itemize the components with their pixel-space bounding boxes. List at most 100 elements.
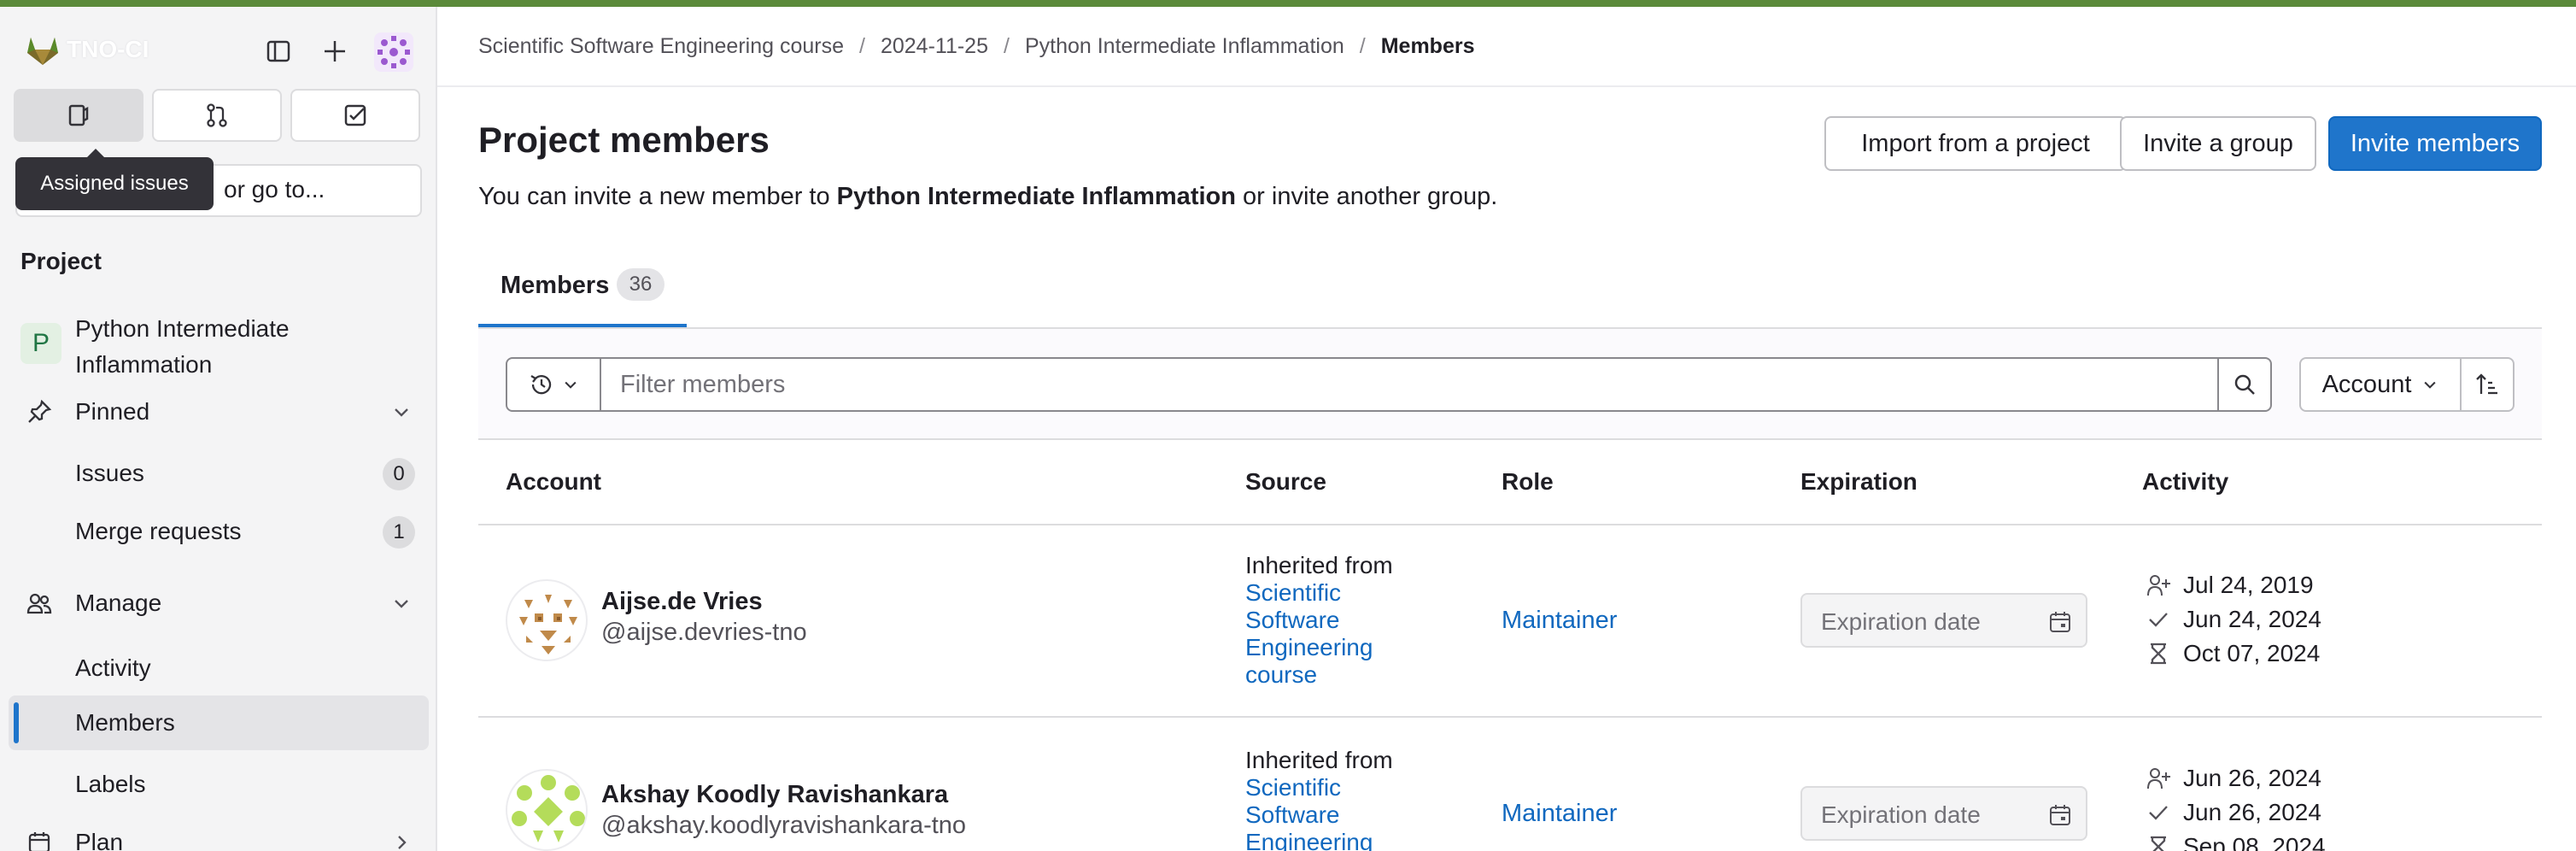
- issues-count-badge: 0: [383, 458, 415, 490]
- sidebar-item-pinned[interactable]: Pinned: [0, 384, 437, 439]
- plus-icon[interactable]: [316, 32, 354, 70]
- merge-requests-button[interactable]: [152, 89, 282, 142]
- member-role-link[interactable]: Maintainer: [1502, 607, 1617, 635]
- page-title: Project members: [478, 120, 770, 160]
- source-prefix: Inherited from: [1245, 747, 1393, 773]
- gitlab-logo-icon[interactable]: [24, 32, 61, 67]
- sort-ascending-icon: [2476, 373, 2497, 395]
- invite-group-button[interactable]: Invite a group: [2120, 116, 2316, 171]
- import-from-project-button[interactable]: Import from a project: [1824, 116, 2127, 171]
- brand-name: TNO-CI: [67, 36, 149, 62]
- source-group-link[interactable]: Scientific Software Engineering: [1245, 774, 1373, 851]
- tooltip: Assigned issues: [15, 149, 214, 210]
- search-button[interactable]: [2217, 357, 2272, 412]
- member-avatar[interactable]: [506, 769, 588, 851]
- sidebar-item-label: Plan: [75, 829, 124, 851]
- recent-searches-button[interactable]: [506, 357, 601, 412]
- subtitle-project-name: Python Intermediate Inflammation: [836, 183, 1236, 210]
- member-role-link[interactable]: Maintainer: [1502, 800, 1617, 828]
- chevron-down-icon: [395, 408, 408, 417]
- user-plus-icon: [2147, 575, 2170, 596]
- sort-direction-button[interactable]: [2460, 357, 2515, 412]
- column-header-source: Source: [1245, 468, 1326, 495]
- chevron-right-icon: [398, 836, 407, 849]
- sidebar-item-label: Activity: [75, 654, 151, 681]
- invite-members-button[interactable]: Invite members: [2328, 116, 2542, 171]
- sidebar-item-label: Issues: [75, 460, 144, 486]
- chevron-down-icon: [565, 381, 577, 389]
- last-activity-row: Jun 24, 2024: [2146, 606, 2321, 633]
- chevron-down-icon: [2424, 381, 2436, 389]
- sidebar-item-merge-requests[interactable]: Merge requests 1: [0, 504, 437, 559]
- breadcrumb-separator: /: [1004, 34, 1010, 58]
- top-accent-bar: [0, 0, 2576, 7]
- member-source: Inherited from Scientific Software Engin…: [1245, 747, 1433, 851]
- hourglass-icon: [2151, 643, 2166, 665]
- sidebar-item-plan[interactable]: Plan: [0, 815, 437, 851]
- access-expires-row: Oct 07, 2024: [2146, 640, 2320, 667]
- search-icon: [2234, 374, 2255, 395]
- member-name[interactable]: Akshay Koodly Ravishankara: [601, 781, 948, 809]
- last-activity-date: Jun 24, 2024: [2183, 606, 2321, 632]
- source-group-link[interactable]: Scientific Software Engineering course: [1245, 579, 1373, 688]
- collapse-sidebar-icon[interactable]: [260, 32, 297, 70]
- expiration-placeholder: Expiration date: [1821, 801, 1981, 828]
- subtitle-suffix: or invite another group.: [1243, 183, 1498, 210]
- check-icon: [2149, 806, 2168, 820]
- sidebar-item-manage[interactable]: Manage: [0, 576, 437, 631]
- merge-requests-count-badge: 1: [383, 516, 415, 549]
- sidebar-item-activity[interactable]: Activity: [0, 641, 437, 695]
- member-source: Inherited from Scientific Software Engin…: [1245, 552, 1433, 689]
- column-header-role: Role: [1502, 468, 1554, 495]
- breadcrumb-item-subgroup[interactable]: 2024-11-25: [881, 34, 988, 59]
- sidebar-item-label: Merge requests: [75, 518, 242, 544]
- user-avatar[interactable]: [374, 32, 413, 72]
- row-divider: [478, 716, 2542, 718]
- merge-request-icon: [207, 103, 227, 127]
- calendar-icon: [2050, 612, 2070, 632]
- expiration-date-input[interactable]: Expiration date: [1800, 786, 2087, 841]
- page-subtitle: You can invite a new member to Python In…: [478, 183, 1497, 211]
- access-expires-date: Oct 07, 2024: [2183, 640, 2321, 666]
- sidebar-item-label: Members: [75, 709, 175, 736]
- source-prefix: Inherited from: [1245, 552, 1393, 578]
- expiration-placeholder: Expiration date: [1821, 608, 1981, 635]
- sidebar-item-label: Manage: [75, 590, 162, 616]
- sort-by-dropdown[interactable]: Account: [2299, 357, 2462, 412]
- sidebar-item-labels[interactable]: Labels: [0, 757, 437, 812]
- column-header-activity: Activity: [2142, 468, 2229, 495]
- member-avatar[interactable]: [506, 579, 588, 661]
- sidebar-item-issues[interactable]: Issues 0: [0, 446, 437, 501]
- sidebar-project-name[interactable]: Python Intermediate Inflammation: [75, 311, 400, 383]
- member-name[interactable]: Aijse.de Vries: [601, 588, 763, 616]
- breadcrumb-separator: /: [859, 34, 865, 58]
- calendar-icon: [2050, 805, 2070, 825]
- todo-list-button[interactable]: [290, 89, 420, 142]
- check-icon: [2149, 613, 2168, 627]
- last-activity-date: Jun 26, 2024: [2183, 799, 2321, 825]
- subtitle-prefix: You can invite a new member to: [478, 183, 830, 210]
- breadcrumb-item-group[interactable]: Scientific Software Engineering course: [478, 34, 844, 59]
- issues-icon: [68, 104, 89, 126]
- sort-by-label: Account: [2321, 370, 2412, 398]
- assigned-issues-button[interactable]: [14, 89, 143, 142]
- breadcrumb-separator: /: [1359, 34, 1366, 58]
- sidebar: TNO-CI Assigned issues or go to... Proje…: [0, 7, 437, 851]
- table-header-divider: [478, 524, 2542, 525]
- chevron-down-icon: [395, 600, 408, 608]
- sidebar-section-title: Project: [20, 248, 102, 274]
- user-created-row: Jun 26, 2024: [2146, 765, 2321, 792]
- expiration-date-input[interactable]: Expiration date: [1800, 593, 2087, 648]
- column-header-account[interactable]: Account: [506, 468, 601, 496]
- filter-members-input[interactable]: [600, 357, 2219, 412]
- user-created-date: Jul 24, 2019: [2183, 572, 2314, 598]
- last-activity-row: Jun 26, 2024: [2146, 799, 2321, 826]
- calendar-icon: [28, 832, 50, 851]
- tab-members[interactable]: Members 36: [478, 260, 687, 328]
- sidebar-item-members[interactable]: Members: [9, 695, 429, 750]
- pin-icon: [28, 399, 52, 423]
- history-icon: [530, 375, 552, 395]
- header-divider: [437, 85, 2576, 87]
- breadcrumb-item-project[interactable]: Python Intermediate Inflammation: [1025, 34, 1344, 59]
- breadcrumb-item-current[interactable]: Members: [1381, 34, 1475, 59]
